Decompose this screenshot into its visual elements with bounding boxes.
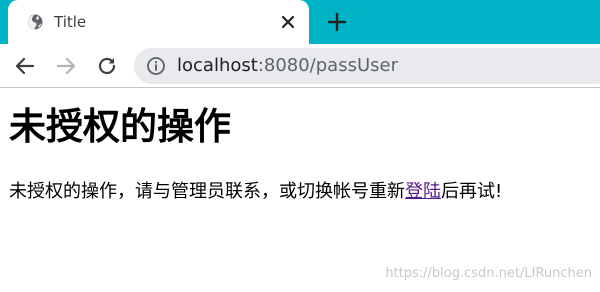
url-path: :8080/passUser xyxy=(257,55,398,76)
watermark: https://blog.csdn.net/LIRunchen xyxy=(385,266,592,281)
login-link[interactable]: 登陆 xyxy=(405,181,441,202)
message-text-before: 未授权的操作，请与管理员联系，或切换帐号重新 xyxy=(9,181,405,202)
address-url[interactable]: localhost:8080/passUser xyxy=(177,55,398,77)
arrow-right-icon[interactable] xyxy=(54,54,78,78)
tab-strip: Title xyxy=(0,0,600,44)
url-host: localhost xyxy=(177,55,258,76)
tab-title: Title xyxy=(54,13,87,31)
page-message: 未授权的操作，请与管理员联系，或切换帐号重新登陆后再试! xyxy=(9,179,502,205)
page-content: 未授权的操作 未授权的操作，请与管理员联系，或切换帐号重新登陆后再试! http… xyxy=(0,89,600,292)
arrow-left-icon[interactable] xyxy=(13,54,37,78)
close-icon[interactable] xyxy=(278,12,298,32)
browser-window: Title localhost:8080/passUser 未授权的操作 未授权… xyxy=(0,0,600,292)
address-bar[interactable]: localhost:8080/passUser xyxy=(134,48,600,84)
page-heading: 未授权的操作 xyxy=(9,105,231,148)
globe-icon xyxy=(27,14,43,30)
browser-toolbar: localhost:8080/passUser xyxy=(0,44,600,88)
browser-tab[interactable]: Title xyxy=(8,0,309,44)
reload-icon[interactable] xyxy=(95,54,119,78)
message-text-after: 后再试! xyxy=(441,181,503,202)
info-icon[interactable] xyxy=(146,56,166,76)
plus-icon[interactable] xyxy=(326,11,348,33)
